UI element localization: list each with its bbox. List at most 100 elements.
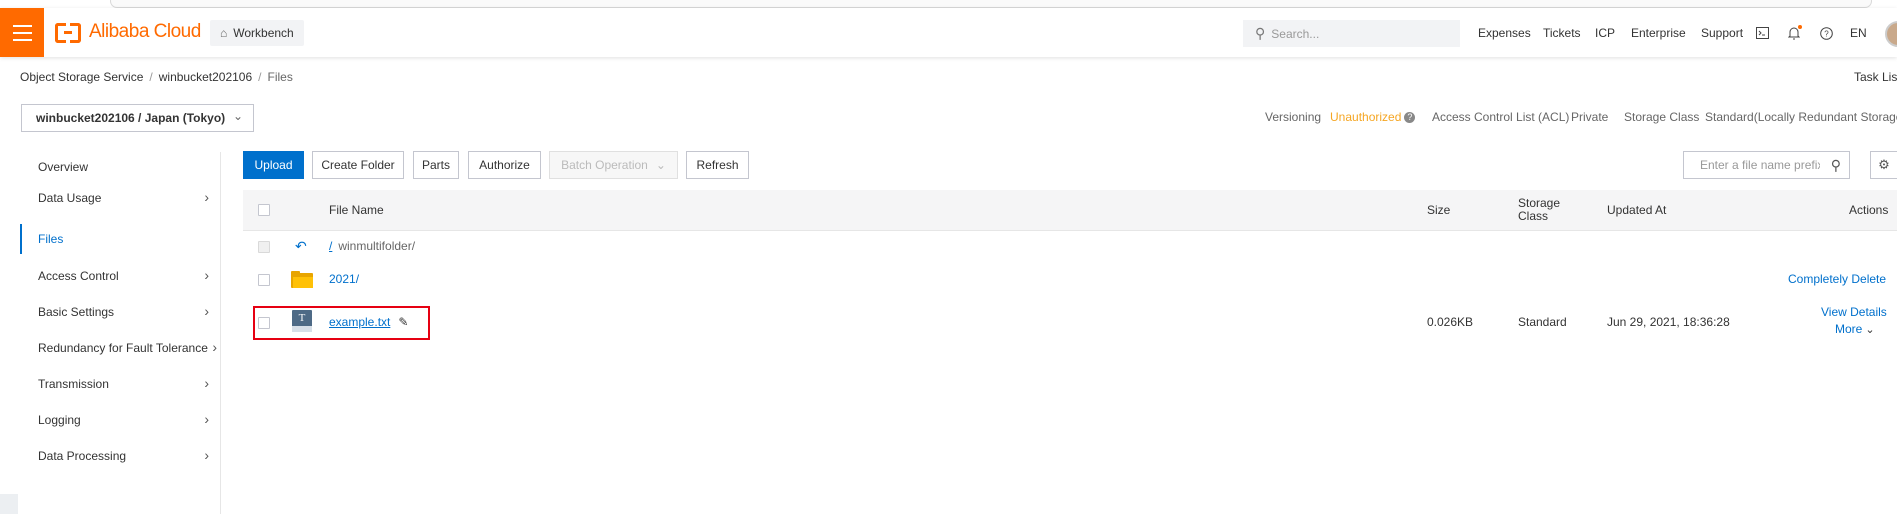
top-navigation-bar: Alibaba Cloud ⌂ Workbench ⚲ Search... Ex… [0,8,1897,57]
more-dropdown[interactable]: More ⌄ [1835,322,1875,336]
folder-name-link[interactable]: 2021/ [329,272,359,286]
back-arrow-icon[interactable]: ↶ [295,237,307,255]
batch-operation-label: Batch Operation [561,158,648,172]
enterprise-link[interactable]: Enterprise [1631,26,1686,40]
bell-icon[interactable] [1786,25,1802,41]
icp-link[interactable]: ICP [1595,26,1615,40]
support-link[interactable]: Support [1701,26,1743,40]
search-placeholder: Search... [1271,26,1320,41]
sidebar-menu: Overview Data Usage › Files Access Contro… [20,152,221,514]
alibaba-cloud-logo[interactable]: Alibaba Cloud [55,20,201,44]
chevron-down-icon: ⌄ [655,158,666,172]
column-actions: Actions [1849,203,1889,217]
terminal-icon[interactable] [1754,25,1770,41]
column-storage-class-line2: Class [1518,209,1549,223]
file-size: 0.026KB [1427,315,1474,329]
folder-icon [291,271,313,288]
gear-icon[interactable]: ⚙ [1870,151,1897,179]
chevron-right-icon: › [204,375,209,391]
select-all-checkbox[interactable] [258,204,270,216]
bucket-selector-value: winbucket202106 / Japan (Tokyo) [36,111,226,125]
column-storage-class: Storage Class [1518,190,1560,230]
upload-button[interactable]: Upload [243,151,304,179]
more-label: More [1835,322,1863,336]
chevron-right-icon: › [204,303,209,319]
versioning-status: Unauthorized? [1330,110,1416,124]
sidebar-item-label: Files [38,232,64,246]
table-header: File Name Size Storage Class Updated At … [243,190,1897,231]
sidebar-item-label: Transmission [38,377,109,391]
root-slash-link[interactable]: / [329,239,332,253]
sidebar-item-label: Access Control [38,269,119,283]
alibaba-logo-icon [55,23,81,43]
storage-class-value: Standard(Locally Redundant Storage) [1705,110,1897,124]
help-icon[interactable]: ? [1818,25,1834,41]
file-prefix-input[interactable] [1698,157,1822,173]
table-row[interactable]: T example.txt ✎ 0.026KB Standard Jun 29,… [243,305,1897,341]
browser-top-strip [0,0,1897,8]
parent-path[interactable]: / winmultifolder/ [329,237,415,255]
sidebar-item-logging[interactable]: Logging › [20,405,219,435]
sidebar-item-files[interactable]: Files [20,224,221,254]
expenses-link[interactable]: Expenses [1478,26,1531,40]
sidebar-item-basic-settings[interactable]: Basic Settings › [20,297,219,327]
sidebar-item-transmission[interactable]: Transmission › [20,369,219,399]
file-updated-at: Jun 29, 2021, 18:36:28 [1607,315,1730,329]
create-folder-button[interactable]: Create Folder [312,151,404,179]
bucket-selector[interactable]: winbucket202106 / Japan (Tokyo) ⌄ [21,104,254,132]
global-search-input[interactable]: ⚲ Search... [1243,20,1460,47]
parent-folder-row[interactable]: ↶ / winmultifolder/ [243,233,1897,259]
file-prefix-search[interactable]: ⚲ [1683,151,1850,179]
task-list-link[interactable]: Task List [1854,70,1897,84]
completely-delete-link[interactable]: Completely Delete [1788,272,1886,286]
search-icon: ⚲ [1255,25,1266,41]
breadcrumb-bucket[interactable]: winbucket202106 [159,70,252,84]
workbench-label: Workbench [233,26,294,40]
sidebar-item-data-usage[interactable]: Data Usage › [20,183,219,213]
user-avatar[interactable] [1885,21,1897,47]
tickets-link[interactable]: Tickets [1543,26,1581,40]
breadcrumb-current: Files [267,70,293,84]
column-file-name: File Name [329,203,384,217]
address-bar-edge [110,0,1872,8]
storage-class-label: Storage Class [1624,110,1700,124]
view-details-link[interactable]: View Details [1821,305,1887,319]
chevron-right-icon: › [204,411,209,427]
hamburger-line [13,39,32,41]
authorize-button[interactable]: Authorize [468,151,541,179]
menu-button[interactable] [0,8,44,57]
home-icon: ⌂ [220,26,228,40]
row-checkbox[interactable] [258,274,270,286]
highlight-box [253,306,430,340]
help-icon[interactable]: ? [1404,112,1416,124]
search-icon[interactable]: ⚲ [1831,157,1841,174]
breadcrumb-oss[interactable]: Object Storage Service [20,70,143,84]
parts-button[interactable]: Parts [413,151,459,179]
sidebar-item-overview[interactable]: Overview [20,152,219,182]
breadcrumb-separator: / [149,70,153,84]
workbench-button[interactable]: ⌂ Workbench [210,20,304,46]
chevron-right-icon: › [204,267,209,283]
chevron-down-icon: ⌄ [1865,323,1875,336]
parent-path-text: winmultifolder/ [338,239,416,253]
sidebar-item-data-processing[interactable]: Data Processing › [20,441,219,471]
refresh-button[interactable]: Refresh [686,151,749,179]
language-switch[interactable]: EN [1850,26,1867,40]
sidebar-item-label: Data Processing [38,449,127,463]
sidebar-item-redundancy[interactable]: Redundancy for Fault Tolerance › [20,333,219,363]
table-row[interactable]: 2021/ Completely Delete [243,265,1897,295]
sidebar-item-label: Overview [38,160,89,174]
hamburger-line [13,25,32,27]
sidebar-item-access-control[interactable]: Access Control › [20,261,219,291]
hamburger-line [13,32,32,34]
chevron-down-icon: ⌄ [232,109,243,123]
chevron-right-icon: › [212,339,217,355]
batch-operation-button[interactable]: Batch Operation ⌄ [549,151,678,179]
row-checkbox [258,241,270,253]
brand-name: Alibaba Cloud [89,21,201,42]
column-updated-at: Updated At [1607,203,1667,217]
breadcrumb: Object Storage Service / winbucket202106 / F… [20,70,293,84]
sidebar-item-label: Data Usage [38,191,102,205]
corner-decoration [0,494,18,514]
chevron-right-icon: › [204,189,209,205]
